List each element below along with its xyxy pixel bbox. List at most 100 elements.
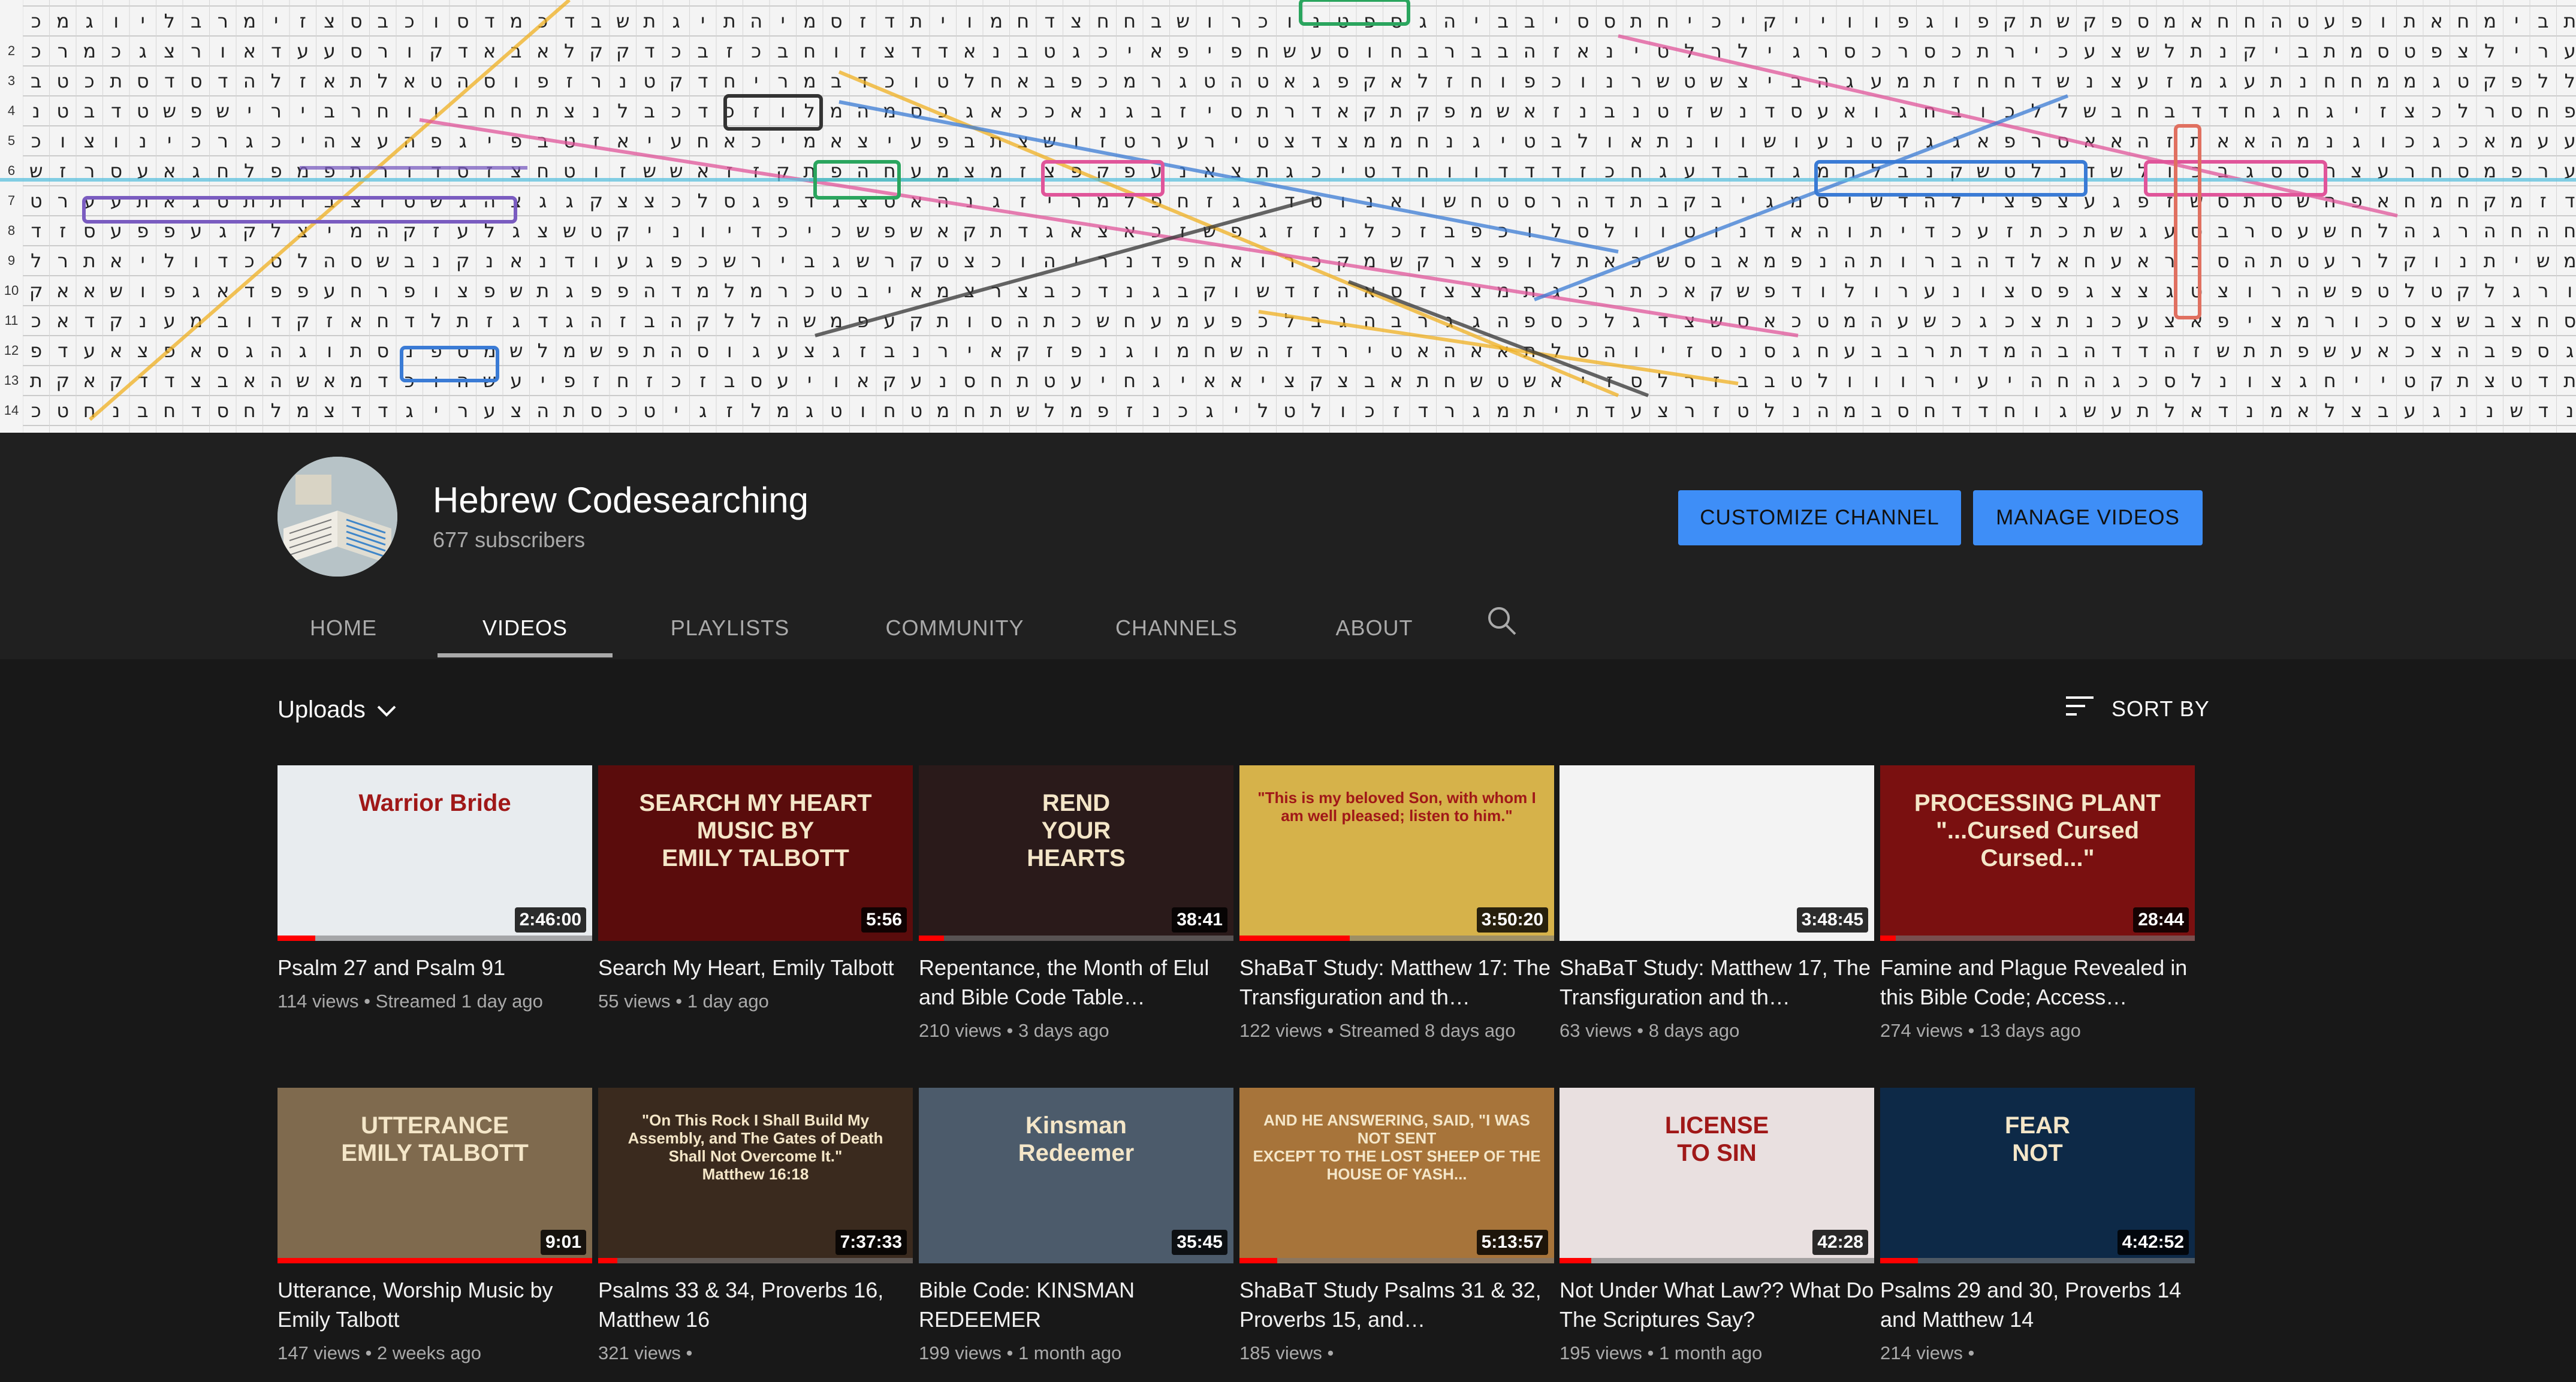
svg-text:ג: ג xyxy=(192,189,200,212)
tab-playlists[interactable]: PLAYLISTS xyxy=(637,599,823,657)
video-title[interactable]: Not Under What Law?? What Do The Scriptu… xyxy=(1560,1275,1874,1334)
svg-text:י: י xyxy=(167,129,171,152)
tab-community[interactable]: COMMUNITY xyxy=(853,599,1057,657)
video-title[interactable]: Psalms 33 & 34, Proverbs 16, Matthew 16 xyxy=(598,1275,913,1334)
svg-text:ז: ז xyxy=(566,70,573,92)
video-title[interactable]: Repentance, the Month of Elul and Bible … xyxy=(919,953,1233,1012)
svg-text:נ: נ xyxy=(139,309,147,332)
svg-text:י: י xyxy=(1234,129,1238,152)
svg-text:ת: ת xyxy=(1870,249,1883,272)
video-thumbnail[interactable]: "On This Rock I Shall Build My Assembly,… xyxy=(598,1088,913,1263)
svg-text:ב: ב xyxy=(1471,40,1482,62)
svg-text:ע: ע xyxy=(110,189,122,212)
avatar[interactable] xyxy=(277,457,397,577)
svg-text:ס: ס xyxy=(2270,219,2283,242)
svg-text:כ: כ xyxy=(1258,10,1268,32)
video-thumbnail[interactable]: SEARCH MY HEART MUSIC BY EMILY TALBOTT 5:… xyxy=(598,765,913,941)
video-thumbnail[interactable]: UTTERANCE EMILY TALBOTT 9:01 xyxy=(277,1088,592,1263)
svg-text:ש: ש xyxy=(216,99,230,122)
svg-text:ה: ה xyxy=(323,249,336,272)
svg-text:י: י xyxy=(807,219,812,242)
svg-text:ס: ס xyxy=(590,399,602,422)
video-thumbnail[interactable]: Kinsman Redeemer 35:45 xyxy=(919,1088,1233,1263)
video-card[interactable]: SEARCH MY HEART MUSIC BY EMILY TALBOTT 5:… xyxy=(598,765,913,1013)
svg-text:ת: ת xyxy=(457,309,469,332)
video-thumbnail[interactable]: "This is my beloved Son, with whom I am … xyxy=(1239,765,1554,941)
svg-text:ל: ל xyxy=(431,309,442,332)
svg-text:ד: ד xyxy=(1925,219,1935,242)
video-card[interactable]: "This is my beloved Son, with whom I am … xyxy=(1239,765,1554,1043)
svg-text:ד: ד xyxy=(1018,219,1028,242)
svg-text:כ: כ xyxy=(2458,129,2468,152)
video-thumbnail[interactable]: Warrior Bride 2:46:00 xyxy=(277,765,592,941)
svg-text:נ: נ xyxy=(2326,129,2334,152)
svg-text:ס: ס xyxy=(1710,339,1723,362)
svg-text:ד: ד xyxy=(885,10,895,32)
svg-text:ו: ו xyxy=(1741,129,1746,152)
svg-text:ז: ז xyxy=(1206,189,1213,212)
video-title[interactable]: Bible Code: KINSMAN REDEEMER xyxy=(919,1275,1233,1334)
svg-text:מ: מ xyxy=(1177,339,1190,362)
svg-text:ש: ש xyxy=(2136,40,2150,62)
video-views: 147 views xyxy=(277,1342,360,1363)
svg-text:ג: ג xyxy=(1339,309,1347,332)
video-card[interactable]: UTTERANCE EMILY TALBOTT 9:01 Utterance, Wo… xyxy=(277,1088,592,1365)
video-card[interactable]: REND YOUR HEARTS 38:41 Repentance, the Mon… xyxy=(919,765,1233,1043)
svg-text:ע: ע xyxy=(2110,249,2122,272)
svg-text:ס: ס xyxy=(190,70,203,92)
svg-text:ק: ק xyxy=(589,189,603,212)
video-card[interactable]: Warrior Bride 2:46:00 Psalm 27 and Psalm 9… xyxy=(277,765,592,1013)
video-title[interactable]: ShaBaT Study Psalms 31 & 32, Proverbs 15… xyxy=(1239,1275,1554,1334)
video-card[interactable]: AND HE ANSWERING, SAID, "I WAS NOT SENT … xyxy=(1239,1088,1554,1365)
svg-text:ר: ר xyxy=(1898,40,1908,62)
video-title[interactable]: Utterance, Worship Music by Emily Talbot… xyxy=(277,1275,592,1334)
search-icon[interactable] xyxy=(1485,604,1519,638)
svg-text:ו: ו xyxy=(1154,339,1159,362)
sort-by-button[interactable]: SORT BY xyxy=(2065,694,2210,723)
video-card[interactable]: FEAR NOT 4:42:52 Psalms 29 and 30, Proverb… xyxy=(1880,1088,2195,1365)
svg-text:ר: ר xyxy=(591,70,602,92)
manage-videos-button[interactable]: MANAGE VIDEOS xyxy=(1973,490,2203,545)
video-thumbnail[interactable]: FEAR NOT 4:42:52 xyxy=(1880,1088,2195,1263)
video-thumbnail[interactable]: PROCESSING PLANT "...Cursed Cursed Curse… xyxy=(1880,765,2195,941)
svg-text:ל: ל xyxy=(1311,399,1322,422)
tab-home[interactable]: HOME xyxy=(277,599,409,657)
svg-text:ג: ג xyxy=(1419,10,1427,32)
video-thumbnail[interactable]: REND YOUR HEARTS 38:41 xyxy=(919,765,1233,941)
tab-channels[interactable]: CHANNELS xyxy=(1081,599,1272,657)
video-thumbnail[interactable]: AND HE ANSWERING, SAID, "I WAS NOT SENT … xyxy=(1239,1088,1554,1263)
svg-text:כ: כ xyxy=(991,249,1002,272)
customize-channel-button[interactable]: CUSTOMIZE CHANNEL xyxy=(1678,490,1961,545)
svg-text:מ: מ xyxy=(1497,399,1510,422)
video-thumbnail[interactable]: 3:48:45 xyxy=(1560,765,1874,941)
svg-text:י: י xyxy=(1741,189,1745,212)
svg-text:ח: ח xyxy=(990,70,1003,92)
video-card[interactable]: LICENSE TO SIN 42:28 Not Under What Law?? … xyxy=(1560,1088,1874,1365)
svg-text:ו: ו xyxy=(834,40,839,62)
svg-text:ב: ב xyxy=(137,399,149,422)
svg-text:ס: ס xyxy=(1230,99,1242,122)
svg-text:ק: ק xyxy=(696,309,710,332)
video-title[interactable]: Famine and Plague Revealed in this Bible… xyxy=(1880,953,2195,1012)
svg-text:ר: ר xyxy=(777,70,788,92)
svg-text:מ: מ xyxy=(1177,309,1190,332)
video-card[interactable]: Kinsman Redeemer 35:45 Bible Code: KINSMAN… xyxy=(919,1088,1233,1365)
tab-about[interactable]: ABOUT xyxy=(1296,599,1452,657)
video-title[interactable]: Search My Heart, Emily Talbott xyxy=(598,953,913,982)
uploads-dropdown[interactable]: Uploads xyxy=(277,696,397,723)
video-title[interactable]: Psalms 29 and 30, Proverbs 14 and Matthe… xyxy=(1880,1275,2195,1334)
video-views: 55 views xyxy=(598,991,671,1012)
video-card[interactable]: "On This Rock I Shall Build My Assembly,… xyxy=(598,1088,913,1365)
svg-text:ר: ר xyxy=(191,40,201,62)
video-title[interactable]: ShaBaT Study: Matthew 17: The Transfigur… xyxy=(1239,953,1554,1012)
video-title[interactable]: Psalm 27 and Psalm 91 xyxy=(277,953,592,982)
video-title[interactable]: ShaBaT Study: Matthew 17, The Transfigur… xyxy=(1560,953,1874,1012)
svg-text:ר: ר xyxy=(1444,399,1455,422)
svg-text:כ: כ xyxy=(671,369,681,392)
tab-videos[interactable]: VIDEOS xyxy=(438,599,613,657)
video-card[interactable]: 3:48:45 ShaBaT Study: Matthew 17, The Tra… xyxy=(1560,765,1874,1043)
video-thumbnail[interactable]: LICENSE TO SIN 42:28 xyxy=(1560,1088,1874,1263)
video-card[interactable]: PROCESSING PLANT "...Cursed Cursed Curse… xyxy=(1880,765,2195,1043)
svg-text:ע: ע xyxy=(1070,369,1082,392)
svg-text:ת: ת xyxy=(1577,249,1589,272)
